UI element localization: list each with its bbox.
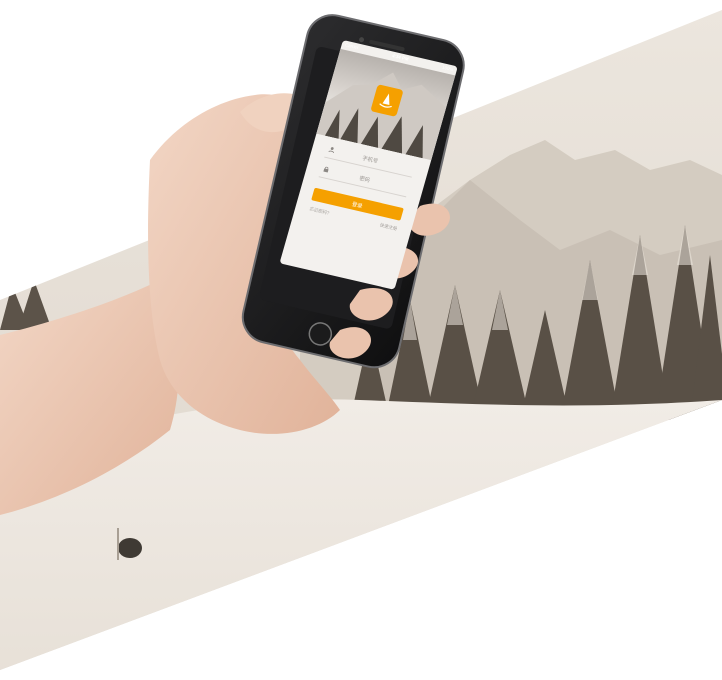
phone-number-placeholder: 手机号 [361,155,379,165]
password-placeholder: 密码 [358,176,371,184]
forgot-password-link[interactable]: 忘记密码? [309,206,330,217]
login-button-label: 登录 [351,201,364,210]
quick-register-link[interactable]: 快速注册 [379,222,398,232]
lock-icon [322,165,331,174]
user-icon [327,145,336,154]
